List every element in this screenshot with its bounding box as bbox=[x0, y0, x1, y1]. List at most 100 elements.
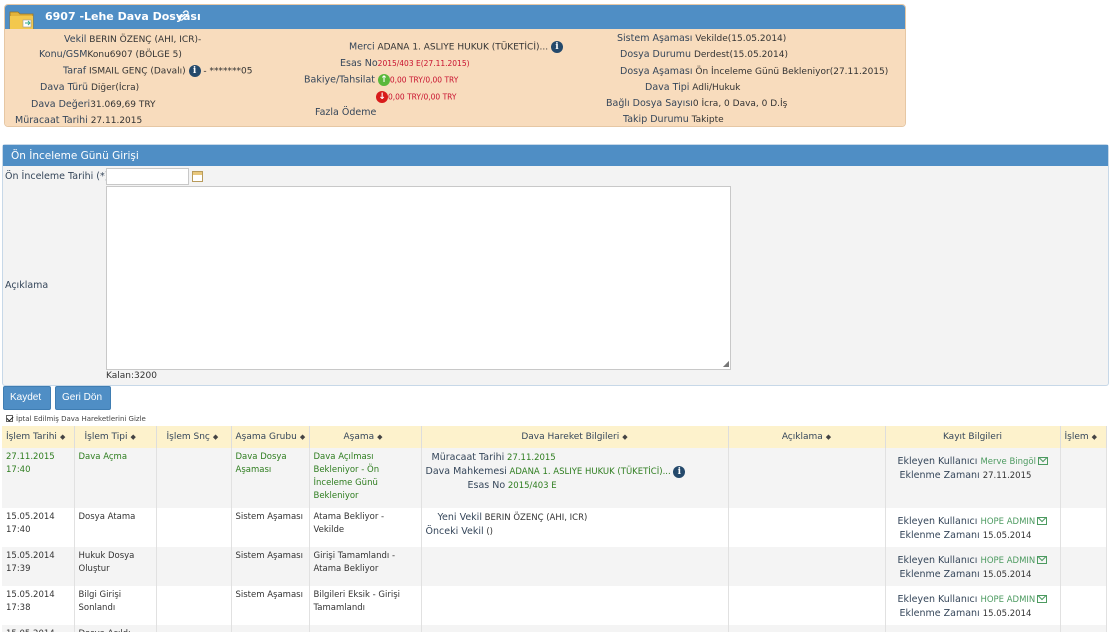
cell-description bbox=[728, 586, 886, 625]
table-header: İşlem Tarihi ◆ İşlem Tipi ◆ İşlem Snç ◆ Aşa… bbox=[2, 426, 1107, 448]
court-info-icon[interactable]: i bbox=[673, 465, 686, 478]
sort-icon: ◆ bbox=[622, 433, 628, 441]
cell-actions[interactable] bbox=[1060, 547, 1107, 586]
cell-actions[interactable] bbox=[1060, 448, 1107, 508]
cell-group: Sistem Aşaması bbox=[231, 547, 310, 586]
cell-record-info: Ekleyen Kullanıcı HOPE ADMINEklenme Zama… bbox=[885, 547, 1061, 586]
cell-record-info: Ekleyen Kullanıcı HOPE ADMINEklenme Zama… bbox=[885, 586, 1061, 625]
bagli-dosya-row: Bağlı Dosya Sayısı0 İcra, 0 Dava, 0 D.İş bbox=[606, 98, 788, 109]
cell-result bbox=[156, 625, 232, 632]
col-islem[interactable]: İşlem ◆ bbox=[1060, 426, 1107, 448]
file-summary-card: 6907 -Lehe Dava Dosyası Vekil BERIN ÖZEN… bbox=[4, 4, 906, 127]
col-islem-snc[interactable]: İşlem Snç ◆ bbox=[156, 426, 232, 448]
col-asama[interactable]: Aşama ◆ bbox=[309, 426, 422, 448]
cell-type: Dosya Atama bbox=[74, 508, 157, 547]
cell-description bbox=[728, 547, 886, 586]
cell-type: Bilgi Girişi Sonlandı bbox=[74, 586, 157, 625]
cell-description bbox=[728, 448, 886, 508]
cell-record-info: Ekleyen Kullanıcı HOPE ADMINEklenme Zama… bbox=[885, 508, 1061, 547]
muracaat-row: Müracaat Tarihi 27.11.2015 bbox=[15, 115, 143, 126]
takip-durumu-row: Takip Durumu Takipte bbox=[623, 114, 724, 125]
col-islem-tarihi[interactable]: İşlem Tarihi ◆ bbox=[2, 426, 75, 448]
mail-icon[interactable] bbox=[1038, 457, 1048, 465]
arrow-up-icon: ↑ bbox=[377, 74, 390, 86]
cell-description bbox=[728, 625, 886, 632]
cell-actions[interactable] bbox=[1060, 586, 1107, 625]
cell-record-info: Ekleyen Kullanıcı HOPE ADMINEklenme Zama… bbox=[885, 625, 1061, 632]
cell-date: 15.05.2014 bbox=[2, 625, 75, 632]
save-button[interactable]: Kaydet bbox=[3, 386, 51, 410]
dava-degeri-row: Dava Değeri31.069,69 TRY bbox=[31, 99, 156, 110]
col-asama-grubu[interactable]: Aşama Grubu ◆ bbox=[231, 426, 310, 448]
cell-stage bbox=[309, 625, 422, 632]
cell-movement-info: Müracaat Tarihi 27.11.2015 Dava Mahkemesi… bbox=[421, 448, 729, 508]
cell-date: 15.05.2014 17:38 bbox=[2, 586, 75, 625]
remaining-chars: Kalan:3200 bbox=[106, 371, 157, 381]
movement-info-line: Müracaat Tarihi 27.11.2015 bbox=[431, 452, 556, 463]
mail-icon[interactable] bbox=[1037, 517, 1048, 525]
merci-row: Merci ADANA 1. ASLIYE HUKUK (TÜKETİCİ)..… bbox=[349, 41, 563, 53]
dava-turu-row: Dava Türü Diğer(İcra) bbox=[40, 82, 140, 93]
table-row[interactable]: 15.05.2014 17:40 Dosya Atama Sistem Aşaması… bbox=[2, 508, 1107, 547]
col-kayit-bilgileri: Kayıt Bilgileri bbox=[885, 426, 1061, 448]
dosya-asamasi-row: Dosya Aşaması Ön İnceleme Günü Bekleniyo… bbox=[620, 66, 889, 77]
table-row[interactable]: 15.05.2014Dosya Açıldı Ekleyen Kullanıcı … bbox=[2, 625, 1107, 632]
taraf-info-icon[interactable]: i bbox=[188, 65, 201, 77]
movement-info-line: Dava Mahkemesi ADANA 1. ASLIYE HUKUK (TÜ… bbox=[426, 465, 724, 479]
date-input[interactable] bbox=[106, 168, 189, 185]
movement-info-line: Esas No 2015/403 E bbox=[467, 480, 557, 491]
cell-group bbox=[231, 625, 310, 632]
hide-cancelled-label: İptal Edilmiş Dava Hareketlerini Gizle bbox=[16, 415, 146, 423]
calendar-icon[interactable] bbox=[192, 171, 203, 182]
resize-grip-icon[interactable]: ◢ bbox=[723, 360, 729, 368]
dava-tipi-row: Dava Tipi Adli/Hukuk bbox=[645, 82, 741, 93]
arrow-down-icon: ↓ bbox=[376, 91, 388, 103]
cell-date: 27.11.2015 17:40 bbox=[2, 448, 75, 508]
dosya-durumu-row: Dosya Durumu Derdest(15.05.2014) bbox=[620, 49, 788, 60]
merci-info-icon[interactable]: i bbox=[550, 41, 563, 53]
table-row[interactable]: 15.05.2014 17:38 Bilgi Girişi Sonlandı Sist… bbox=[2, 586, 1107, 625]
cell-stage: Bilgileri Eksik - Girişi Tamamlandı bbox=[309, 586, 422, 625]
description-label: Açıklama bbox=[5, 280, 49, 291]
cell-stage: Girişi Tamamlandı - Atama Bekliyor bbox=[309, 547, 422, 586]
cell-date: 15.05.2014 17:40 bbox=[2, 508, 75, 547]
sort-icon: ◆ bbox=[825, 433, 832, 441]
added-by: Ekleyen Kullanıcı HOPE ADMIN bbox=[890, 554, 1056, 568]
hide-cancelled-checkbox[interactable] bbox=[6, 415, 13, 422]
cell-type: Dava Açma bbox=[74, 448, 157, 508]
description-textarea[interactable]: ◢ bbox=[106, 186, 731, 370]
link-icon[interactable] bbox=[178, 10, 189, 24]
table-row[interactable]: 27.11.2015 17:40 Dava Açma Dava Dosya Aşama… bbox=[2, 448, 1107, 508]
cell-movement-info bbox=[421, 586, 729, 625]
sort-icon: ◆ bbox=[130, 433, 136, 441]
on-inceleme-form: Ön İnceleme Günü Girişi Ön İnceleme Tari… bbox=[2, 144, 1109, 386]
movement-info-line: Yeni Vekil BERIN ÖZENÇ (AHI, ICR) bbox=[437, 512, 588, 523]
sistem-asamasi-row: Sistem Aşaması Vekilde(15.05.2014) bbox=[617, 33, 787, 44]
hide-cancelled-toggle[interactable]: İptal Edilmiş Dava Hareketlerini Gizle bbox=[6, 414, 146, 423]
added-at: Eklenme Zamanı 15.05.2014 bbox=[899, 530, 1032, 541]
cell-group: Sistem Aşaması bbox=[231, 586, 310, 625]
cell-type: Dosya Açıldı bbox=[74, 625, 157, 632]
mail-icon[interactable] bbox=[1037, 595, 1048, 603]
date-label: Ön İnceleme Tarihi (*) bbox=[5, 171, 109, 182]
cell-result bbox=[156, 586, 232, 625]
sort-icon: ◆ bbox=[59, 433, 66, 441]
col-islem-tipi[interactable]: İşlem Tipi ◆ bbox=[74, 426, 157, 448]
cell-description bbox=[728, 508, 886, 547]
movement-info-line: Önceki Vekil () bbox=[425, 526, 493, 537]
back-button[interactable]: Geri Dön bbox=[55, 386, 111, 410]
mail-icon[interactable] bbox=[1037, 556, 1048, 564]
added-at: Eklenme Zamanı 15.05.2014 bbox=[899, 569, 1032, 580]
added-by: Ekleyen Kullanıcı HOPE ADMIN bbox=[890, 515, 1056, 529]
added-at: Eklenme Zamanı 15.05.2014 bbox=[899, 608, 1032, 619]
table-row[interactable]: 15.05.2014 17:39 Hukuk Dosya Oluştur Sistem… bbox=[2, 547, 1107, 586]
cell-actions[interactable] bbox=[1060, 508, 1107, 547]
col-aciklama[interactable]: Açıklama ◆ bbox=[728, 426, 886, 448]
file-details: Vekil BERIN ÖZENÇ (AHI, ICR)- Konu/GSMKo… bbox=[5, 29, 905, 126]
cell-actions[interactable] bbox=[1060, 625, 1107, 632]
sort-icon: ◆ bbox=[1091, 433, 1098, 441]
added-by: Ekleyen Kullanıcı Merve Bingöl bbox=[890, 455, 1056, 469]
folder-icon bbox=[9, 11, 34, 30]
col-dava-hareket[interactable]: Dava Hareket Bilgileri ◆ bbox=[421, 426, 729, 448]
cell-group: Dava Dosya Aşaması bbox=[231, 448, 310, 508]
